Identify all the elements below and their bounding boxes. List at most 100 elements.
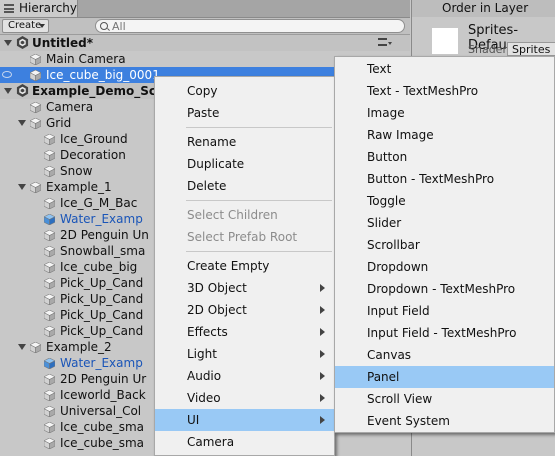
gameobject-cube-icon — [43, 149, 56, 162]
search-input[interactable] — [112, 20, 392, 32]
submenu-arrow-icon — [320, 328, 325, 336]
menu-item-effects[interactable]: Effects — [155, 321, 334, 343]
ui-menu-item-text[interactable]: Text — [335, 58, 554, 80]
submenu-arrow-icon — [320, 284, 325, 292]
scene-options-menu-icon[interactable] — [378, 38, 392, 48]
gameobject-cube-icon — [43, 197, 56, 210]
ui-menu-item-scrollbar[interactable]: Scrollbar — [335, 234, 554, 256]
menu-separator — [186, 127, 332, 128]
menu-item-label: 2D Object — [187, 303, 247, 317]
gameobject-cube-icon — [43, 293, 56, 306]
hierarchy-list-icon — [4, 4, 14, 13]
menu-item-3d-object[interactable]: 3D Object — [155, 277, 334, 299]
hierarchy-tabbar: Hierarchy — [0, 0, 410, 18]
hierarchy-row-label: Grid — [46, 116, 72, 130]
hierarchy-search-field[interactable] — [95, 19, 405, 33]
menu-separator — [186, 251, 332, 252]
hierarchy-row-label: 2D Penguin Ur — [60, 372, 147, 386]
hierarchy-row-label: Decoration — [60, 148, 126, 162]
material-thumbnail — [432, 28, 458, 54]
ui-menu-item-scroll-view[interactable]: Scroll View — [335, 388, 554, 410]
menu-item-label: Effects — [187, 325, 228, 339]
menu-item-label: Input Field — [367, 304, 430, 318]
gameobject-cube-icon — [29, 341, 42, 354]
menu-item-label: Audio — [187, 369, 222, 383]
foldout-arrow-icon[interactable] — [18, 120, 26, 126]
menu-item-label: Scrollbar — [367, 238, 420, 252]
hierarchy-row-label: Ice_G_M_Bac — [60, 196, 138, 210]
create-button-label: Create — [8, 20, 42, 31]
hierarchy-row-label: Pick_Up_Cand — [60, 324, 144, 338]
menu-item-paste[interactable]: Paste — [155, 102, 334, 124]
tab-hierarchy[interactable]: Hierarchy — [0, 0, 78, 17]
menu-item-audio[interactable]: Audio — [155, 365, 334, 387]
visibility-eye-icon[interactable] — [2, 71, 12, 78]
ui-menu-item-toggle[interactable]: Toggle — [335, 190, 554, 212]
menu-item-label: Paste — [187, 106, 220, 120]
menu-item-label: Video — [187, 391, 221, 405]
menu-item-label: Text - TextMeshPro — [367, 84, 479, 98]
ui-menu-item-panel[interactable]: Panel — [335, 366, 554, 388]
menu-item-video[interactable]: Video — [155, 387, 334, 409]
ui-menu-item-input-field-textmeshpro[interactable]: Input Field - TextMeshPro — [335, 322, 554, 344]
gameobject-cube-icon — [29, 117, 42, 130]
menu-item-label: Dropdown — [367, 260, 429, 274]
menu-item-label: 3D Object — [187, 281, 247, 295]
ui-menu-item-input-field[interactable]: Input Field — [335, 300, 554, 322]
hierarchy-row-label: Ice_cube_sma — [60, 436, 145, 450]
gameobject-cube-icon — [43, 133, 56, 146]
ui-menu-item-text-textmeshpro[interactable]: Text - TextMeshPro — [335, 80, 554, 102]
menu-item-label: Button - TextMeshPro — [367, 172, 495, 186]
context-menu: Copy Paste Rename Duplicate Delete Select Chi… — [154, 76, 335, 456]
menu-item-label: Input Field - TextMeshPro — [367, 326, 517, 340]
shader-label: Shader — [468, 43, 507, 56]
menu-item-label: Scroll View — [367, 392, 433, 406]
hierarchy-row-label: Pick_Up_Cand — [60, 292, 144, 306]
menu-item-label: Canvas — [367, 348, 412, 362]
foldout-arrow-icon[interactable] — [18, 344, 26, 350]
gameobject-cube-icon — [29, 69, 42, 82]
menu-item-label: Create Empty — [187, 259, 270, 273]
ui-menu-item-slider[interactable]: Slider — [335, 212, 554, 234]
hierarchy-scene-row[interactable]: Untitled* — [0, 35, 410, 51]
menu-item-create-empty[interactable]: Create Empty — [155, 255, 334, 277]
ui-menu-item-event-system[interactable]: Event System — [335, 410, 554, 432]
menu-item-label: Rename — [187, 135, 237, 149]
gameobject-cube-icon — [43, 165, 56, 178]
menu-item-label: Image — [367, 106, 405, 120]
foldout-arrow-icon[interactable] — [4, 88, 12, 94]
ui-menu-item-canvas[interactable]: Canvas — [335, 344, 554, 366]
foldout-arrow-icon[interactable] — [18, 184, 26, 190]
menu-item-copy[interactable]: Copy — [155, 80, 334, 102]
menu-item-camera[interactable]: Camera — [155, 431, 334, 453]
ui-menu-item-dropdown[interactable]: Dropdown — [335, 256, 554, 278]
ui-menu-item-button-textmeshpro[interactable]: Button - TextMeshPro — [335, 168, 554, 190]
ui-menu-item-dropdown-textmeshpro[interactable]: Dropdown - TextMeshPro — [335, 278, 554, 300]
hierarchy-row-label: Snow — [60, 164, 93, 178]
foldout-arrow-icon[interactable] — [4, 40, 12, 46]
submenu-arrow-icon — [320, 306, 325, 314]
hierarchy-toolbar: Create — [0, 18, 410, 35]
menu-item-label: Dropdown - TextMeshPro — [367, 282, 516, 296]
create-dropdown-button[interactable]: Create — [2, 19, 49, 33]
menu-item-label: Toggle — [367, 194, 406, 208]
hierarchy-row-label: Universal_Col — [60, 404, 142, 418]
menu-item-duplicate[interactable]: Duplicate — [155, 153, 334, 175]
submenu-arrow-icon — [320, 372, 325, 380]
menu-item-label: Camera — [187, 435, 235, 449]
ui-menu-item-button[interactable]: Button — [335, 146, 554, 168]
menu-item-label: Text — [367, 62, 392, 76]
menu-item-light[interactable]: Light — [155, 343, 334, 365]
ui-menu-item-image[interactable]: Image — [335, 102, 554, 124]
menu-item-label: Panel — [367, 370, 400, 384]
gameobject-cube-icon — [43, 389, 56, 402]
submenu-arrow-icon — [320, 416, 325, 424]
menu-item-2d-object[interactable]: 2D Object — [155, 299, 334, 321]
gameobject-cube-icon — [43, 437, 56, 450]
hierarchy-row-label: Water_Examp — [60, 212, 143, 226]
menu-item-delete[interactable]: Delete — [155, 175, 334, 197]
menu-item-rename[interactable]: Rename — [155, 131, 334, 153]
menu-item-ui[interactable]: UI — [155, 409, 334, 431]
ui-menu-item-raw-image[interactable]: Raw Image — [335, 124, 554, 146]
shader-dropdown[interactable]: Sprites — [507, 42, 555, 56]
